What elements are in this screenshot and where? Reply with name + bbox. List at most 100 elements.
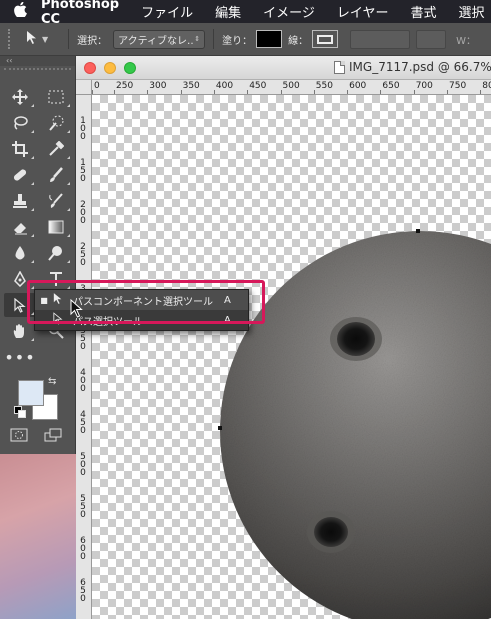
blur-tool-icon[interactable] [4,241,36,265]
eraser-tool-icon[interactable] [4,215,36,239]
color-swatches: ⇆ [14,376,62,424]
callout-highlight-box [27,280,265,324]
document-titlebar[interactable]: IMG_7117.psd @ 66.7% [76,56,491,80]
divider [213,29,215,49]
menu-layer[interactable]: レイヤー [337,2,389,21]
quick-mask-icon[interactable] [10,428,28,446]
close-window-icon[interactable] [84,61,96,74]
foreground-color-swatch[interactable] [18,380,44,406]
ruler-h-label: 800 [482,81,491,91]
fill-label: 塗り： [222,35,253,47]
ruler-h-label: 350 [182,81,200,91]
ruler-v-label: 250 [80,242,86,268]
move-tool-icon[interactable] [4,85,36,109]
mouse-cursor-icon [70,299,83,318]
stroke-width-field[interactable] [350,29,411,49]
menu-bar: Photoshop CC ファイル 編集 イメージ レイヤー 書式 選択 [0,0,491,27]
ruler-v-label: 100 [80,116,86,142]
maximize-window-icon[interactable] [124,61,136,74]
quick-select-tool-icon[interactable] [40,111,72,135]
document-title: IMG_7117.psd @ 66.7% [334,60,491,74]
ruler-h-label: 600 [349,81,367,91]
more-tools-icon[interactable]: ••• [4,345,36,369]
ruler-h-tick [447,90,448,94]
tool-preset-arrow-icon[interactable] [26,30,38,49]
swap-colors-icon[interactable]: ⇆ [48,376,56,387]
gradient-tool-icon[interactable] [40,215,72,239]
healing-brush-tool-icon[interactable] [4,163,36,187]
divider [68,29,70,49]
ruler-h-tick [380,90,382,94]
canvas[interactable] [92,95,491,619]
menu-file[interactable]: ファイル [141,2,193,21]
ruler-v-label: 150 [80,158,86,184]
path-anchor-point[interactable] [218,426,222,430]
ruler-h-label: 500 [282,81,300,91]
ruler-h-label: 750 [449,81,467,91]
eyedropper-tool-icon[interactable] [40,137,72,161]
ruler-h-tick [114,90,115,94]
crop-tool-icon[interactable] [4,137,36,161]
minimize-window-icon[interactable] [104,61,116,74]
menu-image[interactable]: イメージ [263,2,315,21]
ruler-h-tick [280,90,282,94]
menu-type[interactable]: 書式 [411,2,437,21]
ruler-v-label: 400 [80,368,86,394]
ruler-h-label: 450 [249,81,267,91]
ruler-h-label: 400 [215,81,234,91]
ruler-h-label: 0 [94,81,100,91]
ruler-h-tick [480,90,482,94]
mode-buttons [10,428,62,446]
ruler-h-label: 550 [315,81,333,91]
default-colors-icon[interactable] [14,406,26,418]
ruler-h-tick [413,90,415,94]
horizontal-ruler[interactable]: 0 250 300 350 400 450 500 550 600 650 700 750 800 [92,80,491,95]
vertical-ruler[interactable]: 100150200250300350400450500550600650 [76,95,92,619]
ruler-h-tick [147,90,149,94]
ruler-h-tick [180,90,182,94]
history-brush-tool-icon[interactable] [40,189,72,213]
chevron-updown-icon: ⇕ [194,35,201,43]
stroke-swatch[interactable] [312,30,339,48]
lasso-tool-icon[interactable] [4,111,36,135]
menu-edit[interactable]: 編集 [215,2,241,21]
desktop-background [0,454,76,619]
width-label: W： [456,35,477,47]
clone-stamp-tool-icon[interactable] [4,189,36,213]
panel-grip[interactable] [4,68,71,76]
path-anchor-point[interactable] [416,229,420,233]
stroke-type-dropdown[interactable] [416,29,447,49]
ruler-h-tick [313,90,315,94]
document-title-text: IMG_7117.psd @ 66.7% [349,60,491,74]
apple-menu-icon[interactable] [14,1,27,21]
ruler-v-label: 500 [80,452,86,478]
ruler-h-tick [92,90,93,94]
options-bar-grip[interactable] [8,29,14,49]
ruler-v-label: 550 [80,494,86,520]
marquee-tool-icon[interactable] [40,85,72,109]
ruler-h-tick [247,90,249,94]
brush-tool-icon[interactable] [40,163,72,187]
ruler-v-label: 450 [80,410,86,436]
menu-select[interactable]: 選択 [459,2,485,21]
ruler-h-label: 300 [149,81,167,91]
screen-mode-icon[interactable] [44,428,62,446]
ruler-v-label: 600 [80,536,86,562]
tools-panel: ‹‹ ••• ⇆ [0,56,76,454]
select-value: アクティブなレ… [118,35,195,47]
panel-collapse-icon[interactable]: ‹‹ [0,56,75,66]
ruler-h-tick [213,90,215,94]
options-bar: ▼ 選択： アクティブなレ… ⇕ 塗り： 線： W： [0,23,491,56]
ruler-v-label: 650 [80,578,86,604]
dodge-tool-icon[interactable] [40,241,72,265]
ruler-h-label: 250 [116,81,134,91]
tool-preset-chevron-icon[interactable]: ▼ [42,35,48,44]
ruler-h-label: 700 [415,81,433,91]
document-file-icon [334,60,345,74]
ruler-h-label: 650 [382,81,400,91]
ruler-origin[interactable] [76,80,92,95]
stroke-label: 線： [288,35,309,47]
fill-swatch[interactable] [256,30,283,48]
ruler-v-label: 200 [80,200,86,226]
select-dropdown[interactable]: アクティブなレ… ⇕ [113,29,206,49]
